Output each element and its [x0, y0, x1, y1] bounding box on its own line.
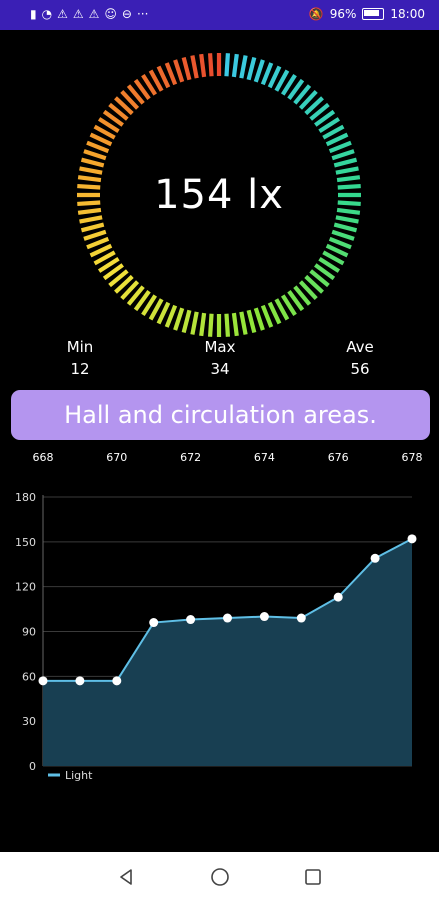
y-tick-label: 180 — [15, 491, 36, 504]
battery-icon — [362, 8, 385, 20]
recent-apps-icon[interactable] — [300, 864, 326, 890]
data-point[interactable] — [149, 618, 159, 628]
stat-min-label: Min — [66, 338, 94, 356]
x-tick-label: 670 — [106, 451, 127, 464]
stat-max: Max 34 — [190, 338, 250, 378]
more-icon: ··· — [136, 7, 149, 21]
x-tick-label: 674 — [254, 451, 275, 464]
stat-ave-label: Ave — [346, 338, 374, 356]
lux-gauge: 154 lx — [74, 50, 364, 340]
data-point[interactable] — [259, 612, 269, 622]
status-right: 🔕 96% 18:00 — [309, 7, 425, 21]
light-chart[interactable]: 0 30 60 90 120 150 180 668 670 672 674 676 678 Light — [0, 445, 439, 790]
y-tick-label: 60 — [22, 670, 36, 683]
data-point[interactable] — [407, 534, 417, 544]
x-tick-label: 672 — [180, 451, 201, 464]
y-tick-label: 90 — [22, 626, 36, 639]
navigation-bar — [0, 852, 439, 900]
y-tick-label: 150 — [15, 536, 36, 549]
wifi-icon: ◔ — [41, 7, 53, 21]
stat-max-value: 34 — [210, 360, 230, 378]
data-point[interactable] — [112, 676, 122, 686]
banner-text: Hall and circulation areas. — [64, 401, 377, 429]
series-area — [43, 538, 412, 766]
data-point[interactable] — [186, 615, 196, 625]
data-point[interactable] — [296, 613, 306, 623]
minus-circle-icon: ⊖ — [121, 7, 132, 21]
stats-row: Min 12 Max 34 Ave 56 — [0, 338, 439, 384]
data-point[interactable] — [38, 676, 48, 686]
data-point[interactable] — [223, 613, 232, 623]
warning-icon: ⚠ — [57, 7, 68, 21]
stat-min-value: 12 — [70, 360, 90, 378]
data-point[interactable] — [333, 592, 343, 602]
stat-min: Min 12 — [50, 338, 110, 378]
mute-icon: 🔕 — [308, 7, 324, 21]
chart-svg: 0 30 60 90 120 150 180 668 670 672 674 676 678 Light — [15, 451, 423, 782]
y-tick-label: 120 — [15, 581, 36, 594]
status-bar: ▮ ◔ ⚠ ⚠ ⚠ ☺ ⊖ ··· 🔕 96% 18:00 — [0, 0, 439, 30]
warning-icon: ⚠ — [88, 7, 100, 21]
y-tick-label: 0 — [29, 760, 36, 773]
lux-value: 154 lx — [154, 172, 284, 218]
data-point[interactable] — [75, 676, 85, 686]
status-icons: ▮ ◔ ⚠ ⚠ ⚠ ☺ ⊖ ··· — [30, 7, 148, 21]
stat-max-label: Max — [204, 338, 236, 356]
area-type-banner[interactable]: Hall and circulation areas. — [11, 390, 430, 440]
clock: 18:00 — [390, 7, 425, 21]
battery-percent: 96% — [329, 7, 357, 21]
stat-ave: Ave 56 — [330, 338, 390, 378]
legend-label: Light — [65, 769, 93, 782]
data-point[interactable] — [370, 553, 380, 563]
back-icon[interactable] — [113, 864, 139, 890]
home-icon[interactable] — [207, 864, 233, 890]
stat-ave-value: 56 — [350, 360, 370, 378]
x-tick-label: 678 — [402, 451, 423, 464]
face-icon: ☺ — [104, 7, 117, 21]
x-tick-label: 676 — [328, 451, 349, 464]
x-tick-label: 668 — [33, 451, 54, 464]
warning-icon: ⚠ — [72, 7, 84, 21]
y-tick-label: 30 — [22, 715, 36, 728]
sim-icon: ▮ — [30, 7, 37, 21]
